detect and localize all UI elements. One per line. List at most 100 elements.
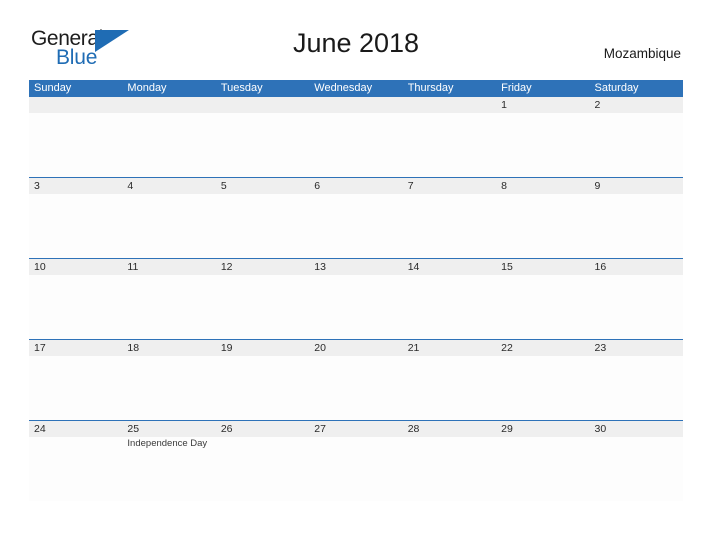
day-body[interactable] <box>309 113 402 177</box>
weekday-header-wednesday: Wednesday <box>314 82 373 94</box>
day-body[interactable] <box>122 356 215 420</box>
day-body[interactable] <box>216 437 309 501</box>
day-cell[interactable]: 13 <box>309 259 402 275</box>
day-cell[interactable] <box>122 97 215 113</box>
day-cell[interactable]: 24 <box>29 421 122 437</box>
day-body[interactable] <box>309 275 402 339</box>
day-cell[interactable]: 9 <box>590 178 683 194</box>
week-day-number-band: 3 4 5 6 7 8 9 <box>29 178 683 194</box>
week-row: 3 4 5 6 7 8 9 <box>29 177 683 258</box>
day-number: 17 <box>34 342 46 354</box>
day-body[interactable] <box>403 437 496 501</box>
day-cell[interactable]: 26 <box>216 421 309 437</box>
day-body[interactable] <box>403 275 496 339</box>
day-cell[interactable]: 6 <box>309 178 402 194</box>
week-row: 10 11 12 13 14 15 16 <box>29 258 683 339</box>
day-body[interactable] <box>29 437 122 501</box>
day-body[interactable] <box>216 275 309 339</box>
day-body[interactable] <box>122 194 215 258</box>
day-body[interactable] <box>29 275 122 339</box>
day-cell[interactable]: 16 <box>590 259 683 275</box>
event-label: Independence Day <box>127 438 208 449</box>
day-body[interactable] <box>403 113 496 177</box>
day-cell[interactable]: 11 <box>122 259 215 275</box>
day-body[interactable] <box>496 275 589 339</box>
day-cell[interactable]: 10 <box>29 259 122 275</box>
day-cell[interactable]: 22 <box>496 340 589 356</box>
day-cell[interactable]: 7 <box>403 178 496 194</box>
day-body[interactable] <box>590 356 683 420</box>
day-body[interactable] <box>29 113 122 177</box>
week-event-band <box>29 113 683 177</box>
day-number: 30 <box>594 423 607 435</box>
day-cell[interactable]: 3 <box>29 178 122 194</box>
day-cell[interactable]: 19 <box>216 340 309 356</box>
day-number: 25 <box>127 423 140 435</box>
day-cell[interactable]: 4 <box>122 178 215 194</box>
day-number: 14 <box>407 261 420 273</box>
day-number: 9 <box>594 180 601 192</box>
day-body[interactable] <box>309 437 402 501</box>
day-body[interactable] <box>496 437 589 501</box>
day-body[interactable] <box>309 356 402 420</box>
day-body[interactable] <box>29 356 122 420</box>
day-body[interactable] <box>216 113 309 177</box>
day-body[interactable] <box>216 356 309 420</box>
day-number: 13 <box>314 261 326 273</box>
day-number: 16 <box>594 261 607 273</box>
day-cell[interactable]: 20 <box>309 340 402 356</box>
page-header: General Blue June 2018 Mozambique <box>0 0 712 68</box>
day-body[interactable] <box>122 113 215 177</box>
day-number: 21 <box>407 342 420 354</box>
country-label: Mozambique <box>603 46 681 61</box>
day-cell[interactable] <box>29 97 122 113</box>
day-cell[interactable]: 28 <box>403 421 496 437</box>
day-body[interactable] <box>590 275 683 339</box>
day-number: 15 <box>501 261 513 273</box>
week-event-band <box>29 356 683 420</box>
day-body[interactable] <box>403 356 496 420</box>
day-body[interactable] <box>590 437 683 501</box>
day-cell[interactable]: 8 <box>496 178 589 194</box>
day-body[interactable] <box>122 275 215 339</box>
day-body[interactable] <box>496 194 589 258</box>
day-cell[interactable]: 25 <box>122 421 215 437</box>
day-number: 28 <box>407 423 420 435</box>
day-cell[interactable]: 1 <box>496 97 589 113</box>
day-number: 22 <box>501 342 513 354</box>
day-cell[interactable] <box>403 97 496 113</box>
day-body[interactable] <box>216 194 309 258</box>
day-cell[interactable]: 2 <box>590 97 683 113</box>
week-event-band <box>29 194 683 258</box>
day-cell[interactable]: 18 <box>122 340 215 356</box>
day-body[interactable]: Independence Day <box>122 437 215 501</box>
day-body[interactable] <box>590 194 683 258</box>
day-cell[interactable] <box>309 97 402 113</box>
day-number: 5 <box>220 180 227 192</box>
day-number: 20 <box>314 342 326 354</box>
day-number: 12 <box>220 261 233 273</box>
day-cell[interactable]: 27 <box>309 421 402 437</box>
day-number: 1 <box>501 99 507 111</box>
day-body[interactable] <box>403 194 496 258</box>
day-body[interactable] <box>496 356 589 420</box>
day-cell[interactable]: 29 <box>496 421 589 437</box>
day-body[interactable] <box>496 113 589 177</box>
day-cell[interactable]: 30 <box>590 421 683 437</box>
week-row: 1 2 <box>29 96 683 177</box>
day-cell[interactable]: 17 <box>29 340 122 356</box>
day-cell[interactable]: 5 <box>216 178 309 194</box>
day-cell[interactable]: 15 <box>496 259 589 275</box>
weekday-header-sunday: Sunday <box>34 82 72 94</box>
day-cell[interactable]: 23 <box>590 340 683 356</box>
day-body[interactable] <box>29 194 122 258</box>
weekday-header-monday: Monday <box>127 82 167 94</box>
day-cell[interactable]: 12 <box>216 259 309 275</box>
day-cell[interactable]: 14 <box>403 259 496 275</box>
day-number: 26 <box>220 423 233 435</box>
day-cell[interactable] <box>216 97 309 113</box>
day-cell[interactable]: 21 <box>403 340 496 356</box>
day-body[interactable] <box>309 194 402 258</box>
day-body[interactable] <box>590 113 683 177</box>
day-number: 27 <box>314 423 326 435</box>
